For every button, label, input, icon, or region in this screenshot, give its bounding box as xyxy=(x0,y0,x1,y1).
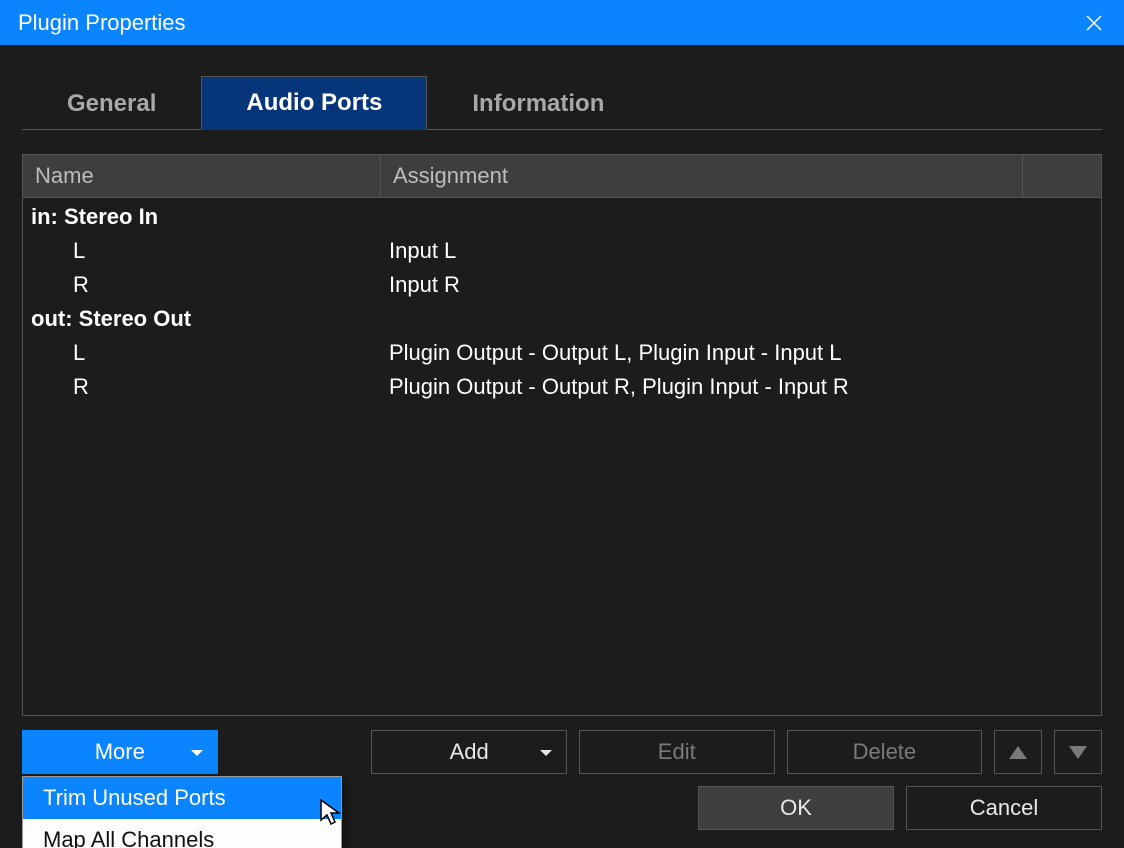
port-name: L xyxy=(23,340,381,366)
column-header-name[interactable]: Name xyxy=(23,155,381,197)
port-name: in: Stereo In xyxy=(23,204,381,230)
move-down-button[interactable] xyxy=(1054,730,1102,774)
close-icon xyxy=(1085,14,1103,32)
add-button[interactable]: Add xyxy=(371,730,567,774)
port-name: out: Stereo Out xyxy=(23,306,381,332)
table-body[interactable]: in: Stereo In L Input L R Input R out: S… xyxy=(23,198,1101,715)
port-assignment xyxy=(381,306,1101,332)
column-header-assignment[interactable]: Assignment xyxy=(381,155,1023,197)
menu-item-trim-unused-ports[interactable]: Trim Unused Ports xyxy=(23,777,341,819)
column-header-extra xyxy=(1023,155,1101,197)
dialog-content: General Audio Ports Information Name Ass… xyxy=(0,45,1124,848)
close-button[interactable] xyxy=(1064,0,1124,45)
tab-general[interactable]: General xyxy=(22,77,201,130)
more-button[interactable]: More xyxy=(22,730,218,774)
menu-item-map-all-channels[interactable]: Map All Channels xyxy=(23,819,341,848)
table-row[interactable]: R Plugin Output - Output R, Plugin Input… xyxy=(23,370,1101,404)
port-assignment: Plugin Output - Output R, Plugin Input -… xyxy=(381,374,1101,400)
window-title: Plugin Properties xyxy=(18,10,1064,36)
ports-table: Name Assignment in: Stereo In L Input L … xyxy=(22,154,1102,716)
table-row[interactable]: L Plugin Output - Output L, Plugin Input… xyxy=(23,336,1101,370)
tab-information[interactable]: Information xyxy=(427,77,649,130)
table-row[interactable]: R Input R xyxy=(23,268,1101,302)
ok-button[interactable]: OK xyxy=(698,786,894,830)
edit-button[interactable]: Edit xyxy=(579,730,775,774)
move-up-button[interactable] xyxy=(994,730,1042,774)
port-assignment: Plugin Output - Output L, Plugin Input -… xyxy=(381,340,1101,366)
tab-audio-ports[interactable]: Audio Ports xyxy=(201,76,427,130)
tab-bar: General Audio Ports Information xyxy=(22,75,1102,130)
delete-button[interactable]: Delete xyxy=(787,730,983,774)
button-row-actions: More Add Edit Delete Trim Unused Ports M… xyxy=(22,730,1102,774)
table-row[interactable]: in: Stereo In xyxy=(23,200,1101,234)
table-row[interactable]: L Input L xyxy=(23,234,1101,268)
titlebar: Plugin Properties xyxy=(0,0,1124,45)
table-row[interactable]: out: Stereo Out xyxy=(23,302,1101,336)
table-header: Name Assignment xyxy=(23,155,1101,198)
port-assignment: Input L xyxy=(381,238,1101,264)
port-name: R xyxy=(23,272,381,298)
port-name: R xyxy=(23,374,381,400)
port-assignment: Input R xyxy=(381,272,1101,298)
cancel-button[interactable]: Cancel xyxy=(906,786,1102,830)
more-button-label: More xyxy=(95,739,145,765)
port-assignment xyxy=(381,204,1101,230)
add-button-label: Add xyxy=(450,739,489,765)
port-name: L xyxy=(23,238,381,264)
more-menu: Trim Unused Ports Map All Channels xyxy=(22,776,342,848)
